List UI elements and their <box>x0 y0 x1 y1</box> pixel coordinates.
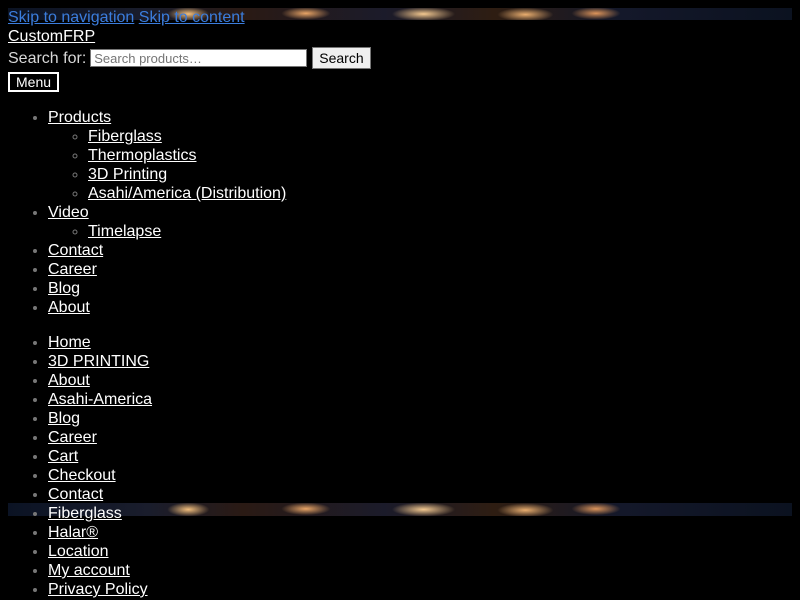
page-list-item: My account <box>48 561 792 580</box>
nav-link-products[interactable]: Products <box>48 109 111 126</box>
page-link-fiberglass[interactable]: Fiberglass <box>48 505 122 522</box>
page-list-item: About <box>48 371 792 390</box>
page-list-item: Privacy Policy <box>48 580 792 599</box>
page-link-career[interactable]: Career <box>48 429 97 446</box>
page-link-privacy-policy[interactable]: Privacy Policy <box>48 581 148 598</box>
product-search-form: Search for: Search <box>8 46 792 70</box>
page-link-asahi-america[interactable]: Asahi-America <box>48 391 152 408</box>
products-submenu: Fiberglass Thermoplastics 3D Printing As… <box>48 127 792 203</box>
submenu-item: 3D Printing <box>88 165 792 184</box>
search-label: Search for: <box>8 49 87 67</box>
nav-item-video: Video Timelapse <box>48 203 792 241</box>
nav-item-contact: Contact <box>48 241 792 260</box>
submenu-item: Fiberglass <box>88 127 792 146</box>
skip-to-content-link[interactable]: Skip to content <box>139 9 245 26</box>
menu-toggle-button[interactable]: Menu <box>8 72 60 92</box>
search-button[interactable]: Search <box>312 47 371 69</box>
nav-link-thermoplastics[interactable]: Thermoplastics <box>88 147 196 164</box>
nav-item-blog: Blog <box>48 279 792 298</box>
primary-navigation: Products Fiberglass Thermoplastics 3D Pr… <box>8 108 792 317</box>
page-link-cart[interactable]: Cart <box>48 448 78 465</box>
nav-link-video[interactable]: Video <box>48 204 89 221</box>
nav-item-career: Career <box>48 260 792 279</box>
nav-link-about[interactable]: About <box>48 299 90 316</box>
page-link-home[interactable]: Home <box>48 334 91 351</box>
nav-link-contact[interactable]: Contact <box>48 242 103 259</box>
page-link-location[interactable]: Location <box>48 543 109 560</box>
page-link-blog[interactable]: Blog <box>48 410 80 427</box>
nav-link-blog[interactable]: Blog <box>48 280 80 297</box>
nav-link-timelapse[interactable]: Timelapse <box>88 223 161 240</box>
nav-link-fiberglass[interactable]: Fiberglass <box>88 128 162 145</box>
submenu-item: Thermoplastics <box>88 146 792 165</box>
page-link-3d-printing[interactable]: 3D PRINTING <box>48 353 149 370</box>
page-list-item: Home <box>48 333 792 352</box>
page-list-item: Checkout <box>48 466 792 485</box>
page-list-item: Career <box>48 428 792 447</box>
search-input[interactable] <box>90 49 308 67</box>
page-link-checkout[interactable]: Checkout <box>48 467 116 484</box>
site-title-link[interactable]: CustomFRP <box>8 27 95 46</box>
submenu-item: Asahi/America (Distribution) <box>88 184 792 203</box>
page-link-about[interactable]: About <box>48 372 90 389</box>
nav-item-about: About <box>48 298 792 317</box>
page-list-item: Blog <box>48 409 792 428</box>
page-link-halar[interactable]: Halar® <box>48 524 98 541</box>
page-list-item: Asahi-America <box>48 390 792 409</box>
skip-to-navigation-link[interactable]: Skip to navigation <box>8 9 134 26</box>
submenu-item: Timelapse <box>88 222 792 241</box>
page-list-item: Location <box>48 542 792 561</box>
nav-link-asahi-america-distribution[interactable]: Asahi/America (Distribution) <box>88 185 286 202</box>
page-list-item: Cart <box>48 447 792 466</box>
nav-link-career[interactable]: Career <box>48 261 97 278</box>
page-list-item: Contact <box>48 485 792 504</box>
video-submenu: Timelapse <box>48 222 792 241</box>
page-link-contact[interactable]: Contact <box>48 486 103 503</box>
nav-item-products: Products Fiberglass Thermoplastics 3D Pr… <box>48 108 792 203</box>
page-link-my-account[interactable]: My account <box>48 562 130 579</box>
page-list-item: 3D PRINTING <box>48 352 792 371</box>
page-content: Skip to navigation Skip to content Custo… <box>8 8 792 599</box>
pages-navigation: Home 3D PRINTING About Asahi-America Blo… <box>8 333 792 599</box>
page-list-item: Halar® <box>48 523 792 542</box>
page-list-item: Fiberglass <box>48 504 792 523</box>
nav-link-3d-printing[interactable]: 3D Printing <box>88 166 167 183</box>
skip-links: Skip to navigation Skip to content <box>8 8 792 27</box>
